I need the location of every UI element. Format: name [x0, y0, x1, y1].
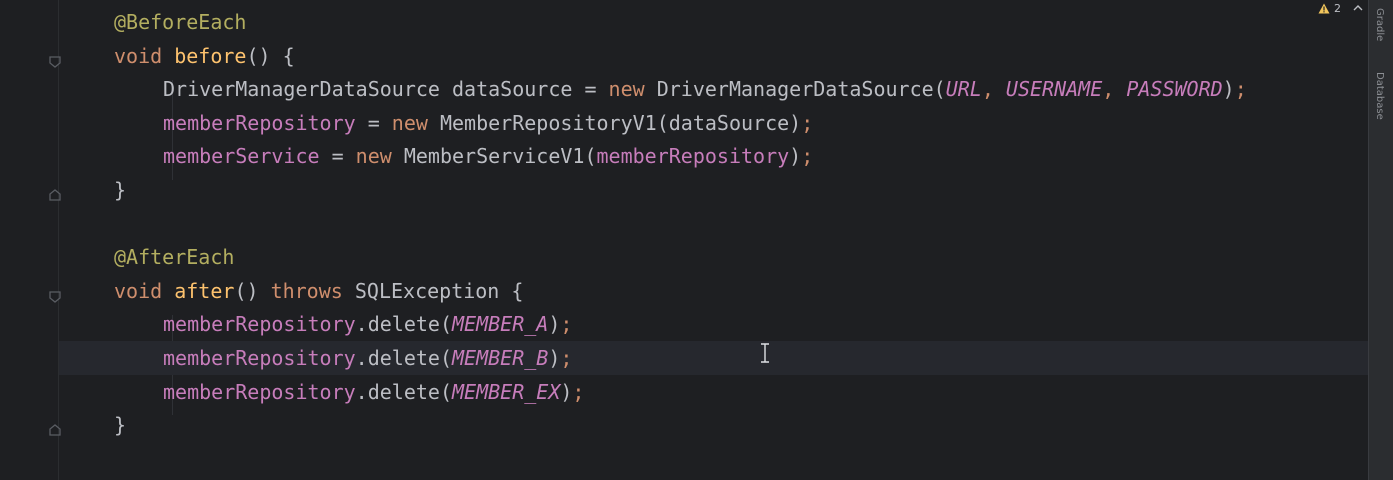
code-token: MEMBER_A	[451, 312, 549, 337]
code-token: (	[584, 144, 597, 169]
code-line-content: DriverManagerDataSource dataSource = new…	[163, 72, 1247, 106]
code-token: )	[789, 144, 802, 169]
code-token: .delete(	[355, 312, 452, 337]
code-token: memberRepository	[163, 110, 368, 135]
code-token: }	[114, 178, 127, 202]
code-line-content: void after() throws SQLException {	[114, 274, 523, 308]
code-token: new	[391, 110, 440, 135]
code-line-content: }	[114, 173, 126, 207]
code-token: memberService	[163, 144, 332, 169]
code-token: DriverManagerDataSource	[163, 77, 452, 102]
right-tool-strip: Gradle Database	[1368, 0, 1393, 480]
code-token: ;	[801, 110, 814, 135]
code-token: )	[548, 346, 561, 370]
code-line-content: }	[114, 408, 126, 442]
code-token: )	[560, 379, 573, 404]
warning-count: 2	[1334, 1, 1341, 15]
code-token: memberRepository	[163, 312, 356, 337]
code-token: )	[548, 312, 561, 337]
code-token: new	[355, 144, 404, 169]
code-token: .delete(	[355, 379, 452, 404]
code-token: =	[367, 110, 392, 135]
code-token: =	[331, 144, 356, 169]
code-token: PASSWORD	[1126, 77, 1223, 102]
code-token: ;	[1234, 77, 1247, 102]
code-token: {	[511, 278, 524, 303]
code-line-content: memberService = new MemberServiceV1(memb…	[163, 139, 813, 173]
code-token: void	[114, 43, 175, 68]
code-token: ,	[1102, 77, 1127, 102]
code-token: ()	[234, 278, 271, 303]
code-token: ;	[560, 346, 573, 370]
code-line-content: memberRepository.delete(MEMBER_B);	[163, 341, 572, 375]
code-token: SQLException	[354, 278, 512, 303]
code-token: memberRepository	[596, 144, 790, 169]
code-editor[interactable]: @BeforeEach void before() {DriverManagerD…	[0, 0, 1393, 480]
code-token: ;	[560, 312, 573, 337]
code-token: MemberServiceV1	[403, 144, 585, 169]
code-token: () {	[246, 43, 295, 68]
code-token: USERNAME	[1005, 77, 1103, 102]
code-line-content: memberRepository.delete(MEMBER_EX);	[163, 375, 584, 409]
text-cursor-icon	[761, 343, 769, 363]
code-line-content: @AfterEach	[114, 240, 234, 274]
code-token: void	[114, 278, 175, 303]
code-token: dataSource	[451, 77, 585, 102]
code-token: MEMBER_B	[451, 346, 549, 370]
code-token: new	[608, 77, 657, 102]
warning-icon	[1318, 3, 1330, 13]
chevron-up-icon[interactable]	[1353, 4, 1363, 12]
code-token: memberRepository	[163, 346, 356, 370]
code-token: (	[933, 77, 946, 102]
code-token: throws	[270, 278, 355, 303]
code-token: .delete(	[355, 346, 452, 370]
code-token: memberRepository	[163, 379, 356, 404]
code-token: ;	[572, 379, 585, 404]
code-line[interactable]: memberRepository.delete(MEMBER_B);	[59, 341, 1369, 375]
code-token: }	[114, 413, 127, 438]
code-line-content: @BeforeEach	[114, 5, 246, 39]
gradle-tool-tab[interactable]: Gradle	[1374, 8, 1385, 41]
code-token: @BeforeEach	[114, 10, 247, 34]
code-token: URL	[945, 77, 982, 102]
code-token: )	[1222, 77, 1235, 102]
code-area[interactable]: @BeforeEach void before() {DriverManagerD…	[59, 0, 1369, 480]
editor-gutter[interactable]	[0, 0, 61, 480]
database-tool-tab[interactable]: Database	[1374, 72, 1385, 120]
code-token: ,	[981, 77, 1006, 102]
code-token: DriverManagerDataSource	[656, 77, 934, 102]
code-token: =	[584, 77, 609, 102]
code-token: @AfterEach	[114, 245, 235, 270]
code-token: MEMBER_EX	[451, 379, 561, 404]
code-token: ;	[801, 144, 814, 169]
code-line-content: memberRepository = new MemberRepositoryV…	[163, 106, 813, 140]
code-line-content: void before() {	[114, 39, 295, 73]
code-token: MemberRepositoryV1	[439, 110, 657, 135]
code-token: after	[174, 278, 235, 303]
code-line-content: memberRepository.delete(MEMBER_A);	[163, 307, 572, 341]
code-token: (dataSource)	[656, 110, 802, 135]
code-token: before	[174, 43, 247, 68]
